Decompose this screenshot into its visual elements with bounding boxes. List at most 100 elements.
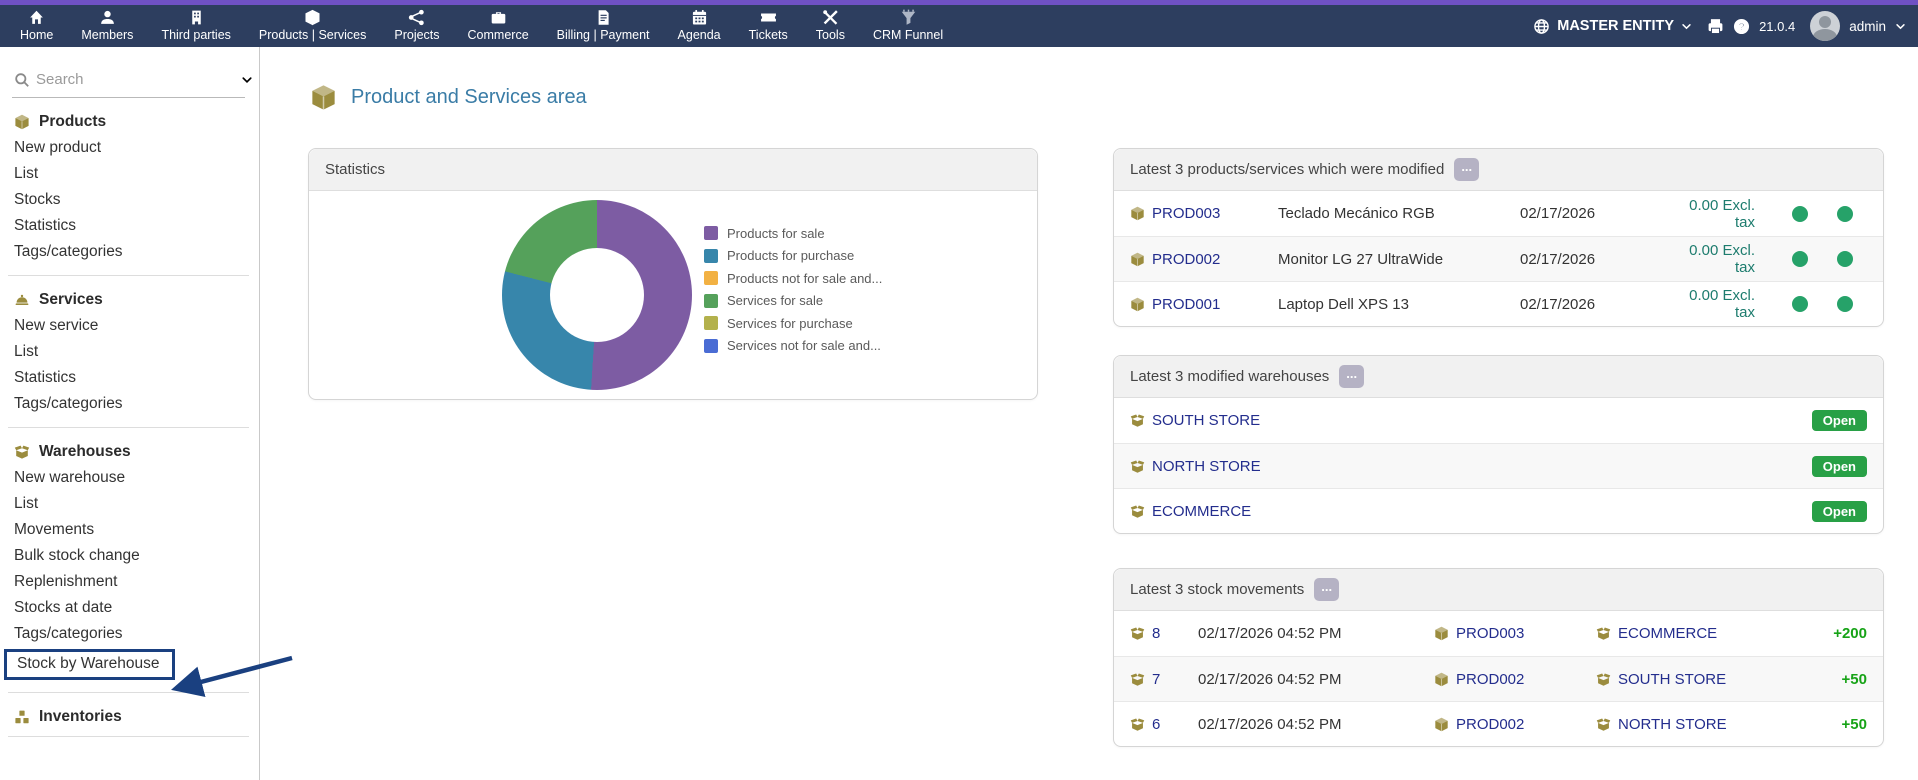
table-row: 7 02/17/2026 04:52 PM PROD002 SOUTH STOR…: [1114, 656, 1883, 701]
nav-item-crm-funnel[interactable]: CRM Funnel: [859, 5, 957, 47]
movement-quantity: +200: [1797, 625, 1867, 642]
table-row: 6 02/17/2026 04:52 PM PROD002 NORTH STOR…: [1114, 701, 1883, 746]
legend-label: Services for sale: [727, 293, 823, 308]
sidebar-item-products-list[interactable]: List: [0, 161, 259, 187]
movement-id-link[interactable]: 8: [1130, 625, 1198, 642]
sidebar-item-stock-by-warehouse[interactable]: Stock by Warehouse: [4, 649, 175, 680]
movement-quantity: +50: [1797, 716, 1867, 733]
left-sidebar: Products New product List Stocks Statist…: [0, 47, 260, 780]
nav-item-home[interactable]: Home: [6, 5, 67, 47]
product-ref-link[interactable]: PROD002: [1434, 671, 1596, 688]
more-options-button[interactable]: ...: [1339, 365, 1364, 388]
warehouse-box-icon: [1130, 626, 1145, 641]
sidebar-item-bulk-stock-change[interactable]: Bulk stock change: [0, 543, 259, 569]
inventory-blocks-icon: [14, 709, 30, 725]
sidebar-section-inventories[interactable]: Inventories: [14, 708, 259, 726]
table-row: PROD002 Monitor LG 27 UltraWide 02/17/20…: [1114, 236, 1883, 281]
warehouse-link[interactable]: SOUTH STORE: [1596, 671, 1797, 688]
table-row: SOUTH STORE Open: [1114, 398, 1883, 443]
nav-item-members[interactable]: Members: [67, 5, 147, 47]
warehouse-link[interactable]: NORTH STORE: [1596, 716, 1797, 733]
help-icon[interactable]: [1733, 18, 1750, 35]
user-avatar[interactable]: [1810, 11, 1840, 41]
movement-id-link[interactable]: 6: [1130, 716, 1198, 733]
legend-item: Services not for sale and...: [704, 335, 882, 358]
warehouse-link[interactable]: SOUTH STORE: [1130, 412, 1812, 429]
nav-label: Commerce: [468, 28, 529, 42]
sidebar-item-stocks[interactable]: Stocks: [0, 187, 259, 213]
warehouse-link[interactable]: ECOMMERCE: [1130, 503, 1812, 520]
status-cell: [1822, 206, 1867, 222]
warehouse-name: SOUTH STORE: [1618, 671, 1726, 688]
warehouse-link[interactable]: NORTH STORE: [1130, 458, 1812, 475]
tools-icon: [822, 9, 839, 26]
legend-swatch-services-for-purchase: [704, 316, 718, 330]
more-options-button[interactable]: ...: [1314, 578, 1339, 601]
warehouse-box-icon: [1130, 717, 1145, 732]
nav-item-third-parties[interactable]: Third parties: [147, 5, 244, 47]
sidebar-item-products-statistics[interactable]: Statistics: [0, 213, 259, 239]
search-input[interactable]: [30, 71, 241, 88]
status-badge: Open: [1812, 456, 1867, 477]
product-ref-link[interactable]: PROD001: [1130, 296, 1278, 313]
sidebar-divider: [8, 427, 249, 428]
sidebar-item-warehouses-list[interactable]: List: [0, 491, 259, 517]
sidebar-item-new-service[interactable]: New service: [0, 313, 259, 339]
statistics-card: Statistics Products for sale Products fo…: [308, 148, 1038, 400]
movement-id-link[interactable]: 7: [1130, 671, 1198, 688]
chevron-down-icon[interactable]: [1895, 21, 1906, 32]
search-dropdown-caret-icon[interactable]: [241, 74, 253, 86]
warehouses-menu: New warehouse List Movements Bulk stock …: [0, 465, 259, 682]
user-menu[interactable]: admin: [1849, 19, 1886, 34]
nav-item-products-services[interactable]: Products | Services: [245, 5, 380, 47]
sidebar-item-services-tags[interactable]: Tags/categories: [0, 391, 259, 417]
nav-item-agenda[interactable]: Agenda: [664, 5, 735, 47]
sidebar-item-products-tags[interactable]: Tags/categories: [0, 239, 259, 265]
movement-id: 8: [1152, 625, 1160, 642]
sidebar-item-stocks-at-date[interactable]: Stocks at date: [0, 595, 259, 621]
warehouse-box-icon: [1130, 413, 1145, 428]
warehouse-box-icon: [14, 444, 30, 460]
sidebar-item-warehouses-tags[interactable]: Tags/categories: [0, 621, 259, 647]
product-ref-link[interactable]: PROD002: [1434, 716, 1596, 733]
print-icon[interactable]: [1707, 18, 1724, 35]
status-cell: [1822, 251, 1867, 267]
status-cell: [1777, 251, 1822, 267]
products-services-donut-chart: [502, 200, 692, 390]
legend-item: Products for sale: [704, 222, 882, 245]
sidebar-section-warehouses[interactable]: Warehouses: [14, 443, 259, 461]
warehouse-name: NORTH STORE: [1152, 458, 1261, 475]
services-menu: New service List Statistics Tags/categor…: [0, 313, 259, 417]
sidebar-item-replenishment[interactable]: Replenishment: [0, 569, 259, 595]
sidebar-item-new-product[interactable]: New product: [0, 135, 259, 161]
nav-label: Agenda: [678, 28, 721, 42]
nav-item-tools[interactable]: Tools: [802, 5, 859, 47]
product-ref-link[interactable]: PROD002: [1130, 251, 1278, 268]
nav-item-projects[interactable]: Projects: [380, 5, 453, 47]
sidebar-item-new-warehouse[interactable]: New warehouse: [0, 465, 259, 491]
warehouse-link[interactable]: ECOMMERCE: [1596, 625, 1797, 642]
nav-item-commerce[interactable]: Commerce: [454, 5, 543, 47]
nav-item-tickets[interactable]: Tickets: [735, 5, 802, 47]
sidebar-item-services-list[interactable]: List: [0, 339, 259, 365]
product-ref-link[interactable]: PROD003: [1130, 205, 1278, 222]
top-navbar: Home Members Third parties Products | Se…: [0, 5, 1918, 47]
projects-icon: [408, 9, 425, 26]
nav-item-billing-payment[interactable]: Billing | Payment: [543, 5, 664, 47]
nav-label: Billing | Payment: [557, 28, 650, 42]
nav-label: Members: [81, 28, 133, 42]
sidebar-item-movements[interactable]: Movements: [0, 517, 259, 543]
product-ref-link[interactable]: PROD003: [1434, 625, 1596, 642]
section-title: Products: [39, 113, 106, 131]
legend-swatch-products-for-purchase: [704, 249, 718, 263]
sidebar-divider: [8, 692, 249, 693]
entity-selector[interactable]: MASTER ENTITY: [1533, 18, 1692, 35]
legend-label: Services not for sale and...: [727, 338, 881, 353]
status-badge: Open: [1812, 501, 1867, 522]
product-cube-icon: [1434, 717, 1449, 732]
product-ref: PROD003: [1152, 205, 1220, 222]
sidebar-section-products[interactable]: Products: [14, 113, 259, 131]
more-options-button[interactable]: ...: [1454, 158, 1479, 181]
sidebar-section-services[interactable]: Services: [14, 291, 259, 309]
sidebar-item-services-statistics[interactable]: Statistics: [0, 365, 259, 391]
